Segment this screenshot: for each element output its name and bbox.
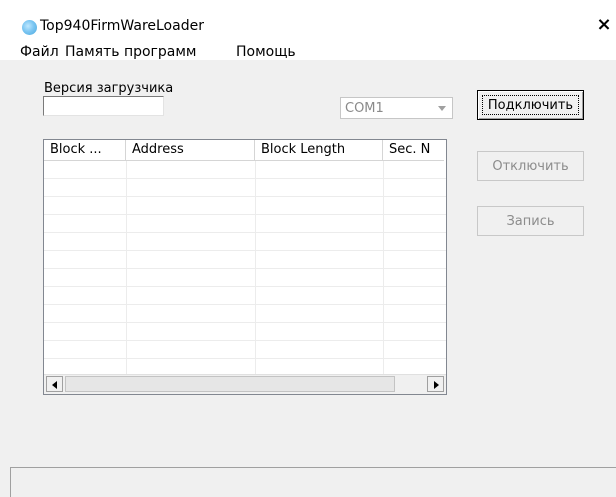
table-row	[44, 322, 446, 323]
table-row	[44, 304, 446, 305]
scrollbar-thumb[interactable]	[65, 376, 395, 392]
bootloader-version-field[interactable]	[43, 96, 164, 116]
blocks-table[interactable]: Block ... Address Block Length Sec. N	[43, 139, 447, 395]
com-port-value: COM1	[345, 101, 384, 116]
column-header-sec-n[interactable]: Sec. N	[383, 140, 446, 160]
menu-program-memory[interactable]: Память программ	[65, 44, 197, 60]
table-row	[44, 196, 446, 197]
connect-button[interactable]: Подключить	[477, 90, 584, 120]
chevron-down-icon[interactable]	[433, 99, 451, 117]
status-bar	[10, 467, 616, 497]
main-window: Top940FirmWareLoader × Файл Память прогр…	[0, 0, 616, 497]
table-body	[44, 161, 446, 375]
table-row	[44, 178, 446, 179]
com-port-select[interactable]: COM1	[340, 97, 453, 119]
close-icon[interactable]: ×	[592, 15, 616, 35]
disconnect-button-label: Отключить	[492, 158, 569, 174]
table-row	[44, 358, 446, 359]
column-header-block[interactable]: Block ...	[44, 140, 126, 160]
app-icon	[22, 20, 37, 35]
menu-bar: Файл Память программ Помощь	[0, 36, 616, 60]
table-row	[44, 340, 446, 341]
menu-help[interactable]: Помощь	[236, 44, 296, 60]
table-row	[44, 268, 446, 269]
table-row	[44, 232, 446, 233]
table-row	[44, 286, 446, 287]
menu-file[interactable]: Файл	[20, 44, 59, 60]
scroll-right-icon[interactable]	[427, 376, 444, 392]
scroll-left-icon[interactable]	[46, 376, 63, 392]
window-title: Top940FirmWareLoader	[40, 18, 204, 34]
disconnect-button[interactable]: Отключить	[477, 151, 584, 181]
write-button-label: Запись	[506, 213, 555, 229]
table-row	[44, 250, 446, 251]
bootloader-version-label: Версия загрузчика	[44, 81, 174, 96]
title-bar[interactable]: Top940FirmWareLoader ×	[0, 0, 616, 36]
column-header-address[interactable]: Address	[126, 140, 255, 160]
write-button[interactable]: Запись	[477, 206, 584, 236]
horizontal-scrollbar[interactable]	[44, 374, 446, 394]
focus-rect	[482, 95, 579, 115]
table-row	[44, 214, 446, 215]
table-header: Block ... Address Block Length Sec. N	[44, 140, 444, 161]
column-header-block-length[interactable]: Block Length	[255, 140, 383, 160]
